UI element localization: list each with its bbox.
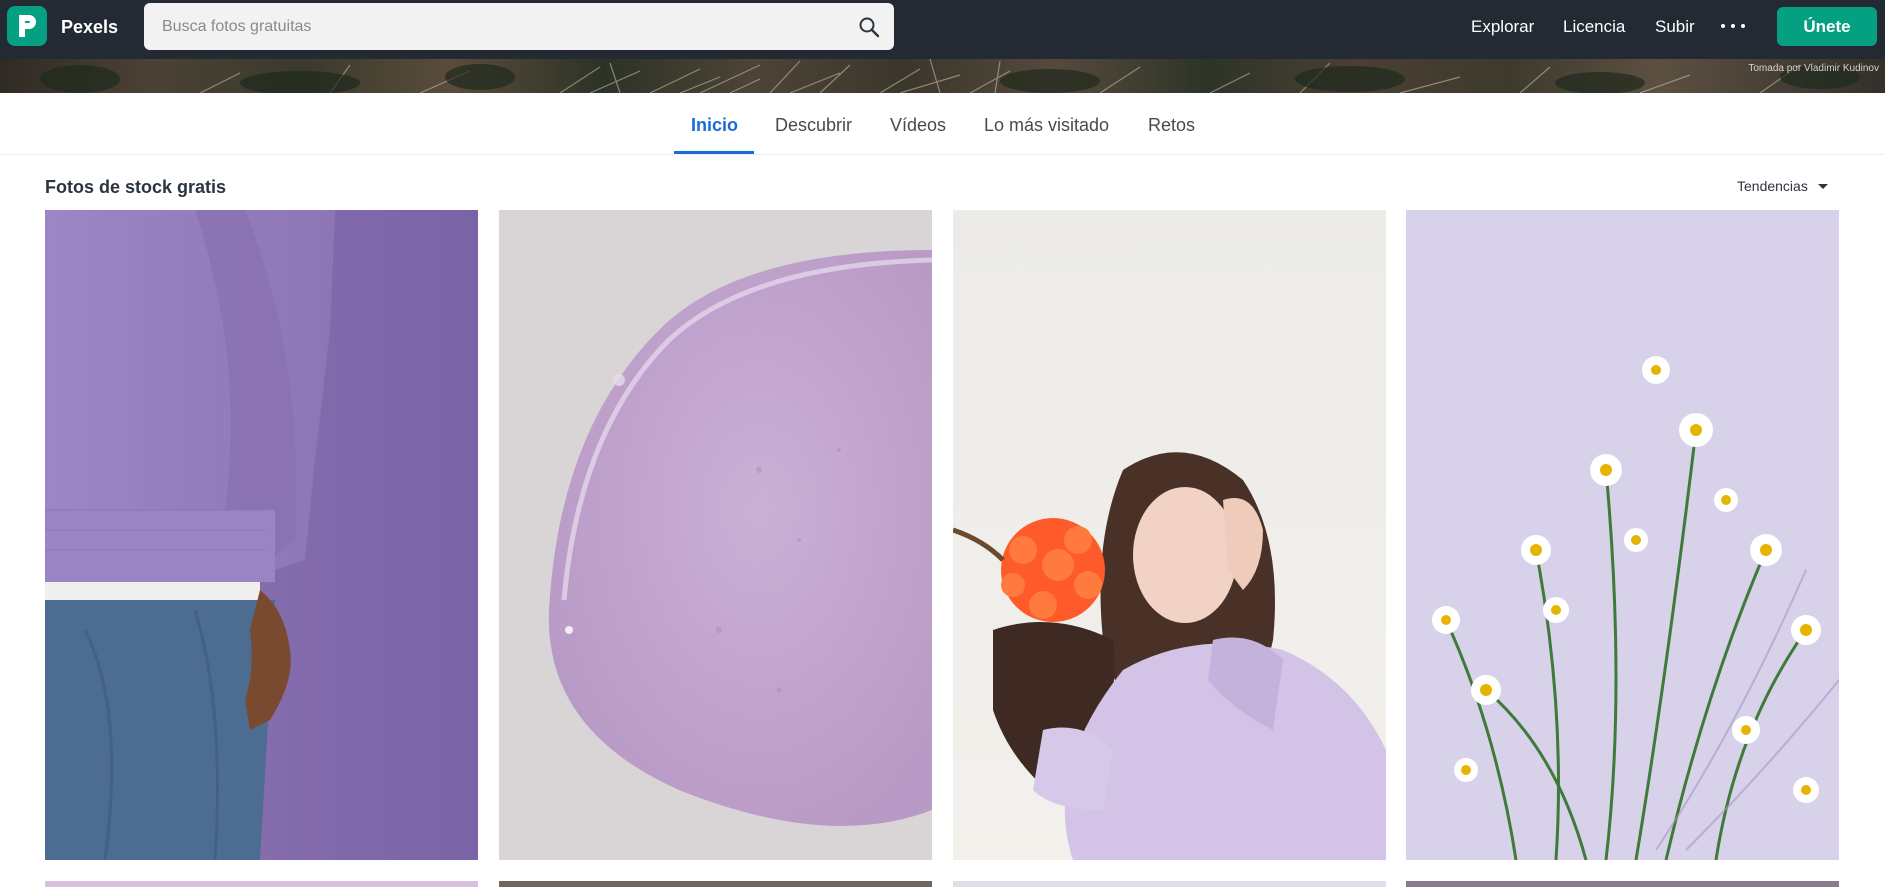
active-tab-indicator xyxy=(674,151,754,154)
photo-card[interactable] xyxy=(953,210,1386,860)
join-button[interactable]: Únete xyxy=(1777,7,1877,46)
nav-licencia-link[interactable]: Licencia xyxy=(1563,17,1625,37)
photo-card[interactable] xyxy=(1406,881,1839,887)
hero-banner-image: Tomada por Vladimir Kudinov xyxy=(0,59,1885,93)
section-title: Fotos de stock gratis xyxy=(45,177,227,197)
chevron-down-icon xyxy=(1817,183,1828,189)
search-bar xyxy=(144,3,894,50)
nav-explorar-link[interactable]: Explorar xyxy=(1471,17,1534,37)
sort-label: Tendencias xyxy=(1737,178,1808,194)
tab-navigation: Inicio Descubrir Vídeos Lo más visitado … xyxy=(0,93,1885,155)
tab-inicio[interactable]: Inicio xyxy=(691,115,738,136)
sort-dropdown[interactable]: Tendencias xyxy=(1737,178,1828,194)
tab-retos[interactable]: Retos xyxy=(1148,115,1195,136)
brand-name[interactable]: Pexels xyxy=(61,17,118,38)
pexels-logo-icon[interactable] xyxy=(7,6,47,46)
more-options-icon[interactable] xyxy=(1721,15,1745,37)
photo-card[interactable] xyxy=(499,210,932,860)
photo-card[interactable] xyxy=(953,881,1386,887)
photo-card[interactable] xyxy=(1406,210,1839,860)
search-input[interactable] xyxy=(144,3,824,50)
photo-card[interactable] xyxy=(499,881,932,887)
photo-credit[interactable]: Tomada por Vladimir Kudinov xyxy=(1748,63,1879,74)
nav-subir-link[interactable]: Subir xyxy=(1655,17,1695,37)
search-icon[interactable] xyxy=(858,16,880,38)
tab-lo-mas-visitado[interactable]: Lo más visitado xyxy=(984,115,1109,136)
photo-card[interactable] xyxy=(45,210,478,860)
tab-videos[interactable]: Vídeos xyxy=(890,115,946,136)
top-navigation-bar: Pexels Explorar Licencia Subir Únete xyxy=(0,0,1885,59)
photo-card[interactable] xyxy=(45,881,478,887)
tab-descubrir[interactable]: Descubrir xyxy=(775,115,852,136)
